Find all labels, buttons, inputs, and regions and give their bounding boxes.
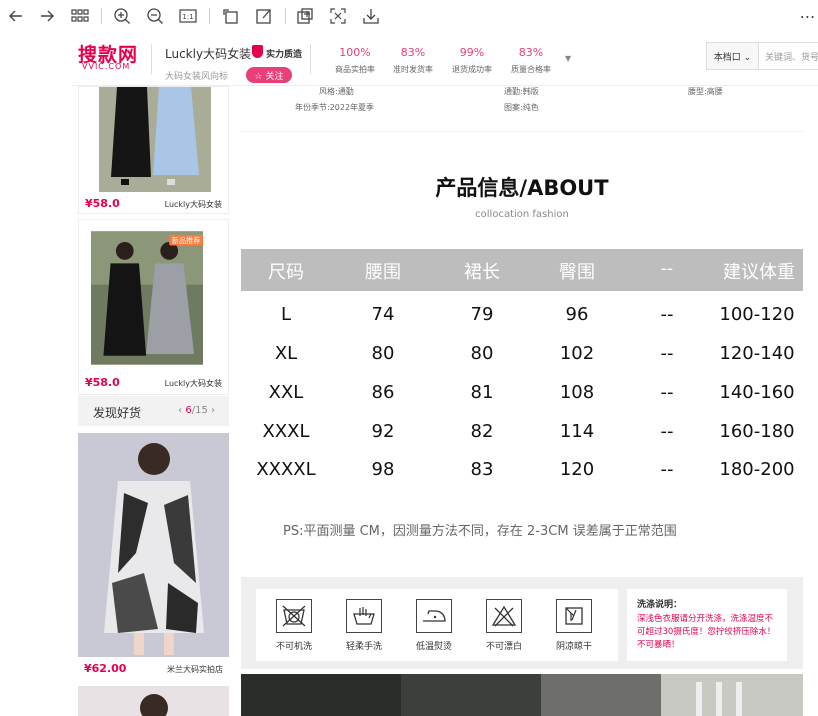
attr-style: 风格:通勤 xyxy=(319,87,354,96)
about-subtitle: collocation fashion xyxy=(475,209,569,220)
screenshot-icon[interactable] xyxy=(295,6,315,26)
product-card[interactable]: ¥62.00 米兰大码实拍店 xyxy=(78,433,229,678)
product-price: ¥58.0 xyxy=(85,376,120,389)
shop-name[interactable]: Luckly大码女装 xyxy=(165,45,251,62)
rotate-icon[interactable] xyxy=(221,6,241,26)
size-col-header: 腰围 xyxy=(365,262,401,283)
next-page-icon[interactable]: › xyxy=(208,405,215,416)
metric-ontime-rate: 83% 准时发货率 xyxy=(393,46,433,74)
discover-page-total: /15 xyxy=(191,405,208,416)
actual-size-icon[interactable]: 1:1 xyxy=(178,6,198,26)
wash-icons-panel: 不可机洗 轻柔手洗 低温熨烫 不可漂白 阴凉晾干 xyxy=(256,589,618,661)
fit-icon[interactable] xyxy=(328,6,348,26)
table-row: L 74 79 96 -- 100-120 xyxy=(280,304,795,325)
wash-notes-body: 深浅色衣服请分开洗涤，洗涤温度不可超过30摄氏度！忽拧绞挤压除水！不可暴晒！ xyxy=(637,614,776,650)
forward-icon[interactable] xyxy=(37,6,57,26)
metric-return-rate: 99% 退货成功率 xyxy=(452,46,492,74)
back-icon[interactable] xyxy=(6,6,26,26)
attr-waist: 腰型:高腰 xyxy=(688,87,723,96)
product-photo[interactable] xyxy=(241,674,803,716)
shield-icon xyxy=(252,45,263,58)
size-col-header: 尺码 xyxy=(268,262,304,283)
wash-notes: 洗涤说明： 深浅色衣服请分开洗涤，洗涤温度不可超过30摄氏度！忽拧绞挤压除水！不… xyxy=(627,589,787,661)
metric-quality-rate: 83% 质量合格率 xyxy=(511,46,551,74)
no-bleach-icon: 不可漂白 xyxy=(474,599,534,652)
product-image[interactable]: 新品推荐 xyxy=(91,223,203,373)
svg-text:1:1: 1:1 xyxy=(182,13,193,21)
quality-badge: 实力质造 xyxy=(266,50,303,60)
product-image[interactable] xyxy=(78,433,229,657)
search-input[interactable]: 关键词、货号 xyxy=(758,42,818,70)
follow-button[interactable]: ☆ 关注 xyxy=(246,67,292,83)
attr-pattern: 图案:纯色 xyxy=(504,103,539,112)
product-detail: 风格:通勤 年份季节:2022年夏季 通勤:韩版 图案:纯色 腰型:高腰 产品信… xyxy=(241,86,803,716)
discover-bar: 发现好货 ‹ 6/15 › xyxy=(78,396,229,426)
search-scope-select[interactable]: 本档口 ⌄ xyxy=(706,42,758,70)
product-store[interactable]: Luckly大码女装 xyxy=(165,378,222,389)
viewer-toolbar: 1:1 ⋯ xyxy=(0,0,818,34)
new-product-tag: 新品推荐 xyxy=(172,236,200,245)
discover-title: 发现好货 xyxy=(93,406,142,420)
shop-slogan: 大码女装风向标 xyxy=(165,72,229,82)
wash-notes-title: 洗涤说明： xyxy=(637,600,683,610)
table-row: XL 80 80 102 -- 120-140 xyxy=(274,343,795,364)
product-store[interactable]: 米兰大码实拍店 xyxy=(167,664,223,675)
low-iron-icon: 低温熨烫 xyxy=(404,599,464,652)
no-machine-wash-icon: 不可机洗 xyxy=(264,599,324,652)
grid-view-icon[interactable] xyxy=(70,6,90,26)
table-row: XXXXL 98 83 120 -- 180-200 xyxy=(256,459,795,480)
download-icon[interactable] xyxy=(361,6,381,26)
size-col-header: 臀围 xyxy=(559,262,595,283)
product-page: 搜款网 VVIC.COM Luckly大码女装 实力质造 大码女装风向标 ☆ 关… xyxy=(0,34,818,716)
wash-instructions: 不可机洗 轻柔手洗 低温熨烫 不可漂白 阴凉晾干 洗涤说明： 深浅色衣服请分开洗… xyxy=(241,577,803,669)
size-col-header: 裙长 xyxy=(464,262,500,283)
size-col-header: -- xyxy=(660,258,674,279)
product-price: ¥62.00 xyxy=(84,662,127,675)
shop-header: 搜款网 VVIC.COM Luckly大码女装 实力质造 大码女装风向标 ☆ 关… xyxy=(72,36,818,86)
recommend-sidebar: ¥58.0 Luckly大码女装 新品推荐 ¥58.0 Luckly大码女装 发… xyxy=(78,86,229,716)
size-table-header: 尺码 腰围 裙长 臀围 -- 建议体重 xyxy=(241,249,803,291)
product-store[interactable]: Luckly大码女装 xyxy=(165,199,222,210)
attr-commute: 通勤:韩版 xyxy=(504,87,539,96)
metric-photo-rate: 100% 商品实拍率 xyxy=(335,46,375,74)
edit-icon[interactable] xyxy=(254,6,274,26)
product-image[interactable] xyxy=(78,686,229,716)
site-logo-sub: VVIC.COM xyxy=(82,62,131,71)
product-card[interactable]: ¥58.0 Luckly大码女装 xyxy=(78,86,229,214)
zoom-out-icon[interactable] xyxy=(145,6,165,26)
about-title: 产品信息/ABOUT xyxy=(435,176,609,200)
expand-metrics-icon[interactable]: ▼ xyxy=(565,54,571,63)
attr-season: 年份季节:2022年夏季 xyxy=(295,103,375,112)
more-icon[interactable]: ⋯ xyxy=(798,6,818,26)
zoom-in-icon[interactable] xyxy=(112,6,132,26)
discover-pager: ‹ 6/15 › xyxy=(178,405,215,416)
table-row: XXXL 92 82 114 -- 160-180 xyxy=(262,421,795,442)
measure-note: PS:平面测量 CM，因测量方法不同，存在 2-3CM 误差属于正常范围 xyxy=(283,524,677,539)
size-col-header: 建议体重 xyxy=(723,262,795,283)
shade-dry-icon: 阴凉晾干 xyxy=(544,599,604,652)
product-price: ¥58.0 xyxy=(85,197,120,210)
product-attributes: 风格:通勤 年份季节:2022年夏季 通勤:韩版 图案:纯色 腰型:高腰 xyxy=(241,86,803,132)
product-image[interactable] xyxy=(99,87,211,192)
hand-wash-icon: 轻柔手洗 xyxy=(334,599,394,652)
product-card[interactable]: 新品推荐 ¥58.0 Luckly大码女装 xyxy=(78,219,229,395)
table-row: XXL 86 81 108 -- 140-160 xyxy=(268,382,795,403)
